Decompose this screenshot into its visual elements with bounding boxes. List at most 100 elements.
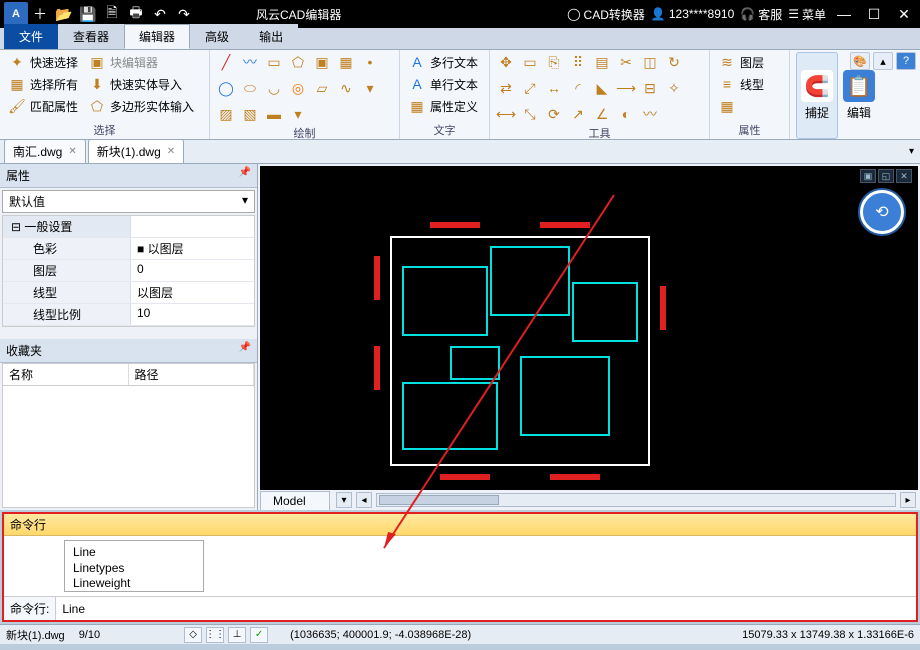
tab-editor[interactable]: 编辑器 xyxy=(124,24,190,49)
mtext-button[interactable]: A多行文本 xyxy=(406,52,480,72)
view-close-icon[interactable]: ✕ xyxy=(896,169,912,183)
tab-advanced[interactable]: 高级 xyxy=(190,24,244,49)
dim2-icon[interactable]: ⤡ xyxy=(520,104,540,124)
dim3-icon[interactable]: ⟳ xyxy=(544,104,564,124)
angle-icon[interactable]: ∠ xyxy=(592,104,612,124)
path-icon[interactable]: 〰 xyxy=(640,104,660,124)
convert-button[interactable]: ◯ CAD转换器 xyxy=(567,6,645,23)
compass-icon[interactable]: ⟲ xyxy=(860,190,904,234)
offset-icon[interactable]: ◫ xyxy=(640,52,660,72)
suggest-item[interactable]: Linetypes xyxy=(73,561,195,577)
print-icon[interactable]: 🖶 xyxy=(124,2,148,26)
extend-icon[interactable]: ⟶ xyxy=(616,78,636,98)
service-button[interactable]: 🎧 客服 xyxy=(740,6,782,23)
h-scrollbar[interactable] xyxy=(376,493,896,507)
grid-icon[interactable]: ⋮⋮ xyxy=(206,627,224,643)
layer-button[interactable]: ≋图层 xyxy=(716,52,766,72)
file-tab-1[interactable]: 南汇.dwg✕ xyxy=(4,139,86,164)
open-icon[interactable]: 📂 xyxy=(52,2,76,26)
block-editor-button[interactable]: ▣块编辑器 xyxy=(86,52,196,72)
ribbon-style-button[interactable]: 🎨 xyxy=(850,52,870,70)
view-layout-icon[interactable]: ▣ xyxy=(860,169,876,183)
user-avatar[interactable]: 👤 123****8910 xyxy=(651,7,734,21)
attrdef-button[interactable]: ▦属性定义 xyxy=(406,96,480,116)
file-tab-2[interactable]: 新块(1).dwg✕ xyxy=(88,139,184,164)
rotate-icon[interactable]: ↻ xyxy=(664,52,684,72)
mirror-icon[interactable]: ⇄ xyxy=(496,78,516,98)
ortho-icon[interactable]: ⊥ xyxy=(228,627,246,643)
osnap-icon[interactable]: ◇ xyxy=(184,627,202,643)
check-icon[interactable]: ✓ xyxy=(250,627,268,643)
suggest-list[interactable]: Line Linetypes Lineweight xyxy=(64,540,204,592)
point-icon[interactable]: • xyxy=(360,52,380,72)
drawing-canvas[interactable]: ▣ ◱ ✕ ⟲ xyxy=(260,166,918,490)
quick-import-button[interactable]: ⬇快速实体导入 xyxy=(86,74,196,94)
ellipse-icon[interactable]: ⬭ xyxy=(240,78,260,98)
scroll-down-icon[interactable]: ▾ xyxy=(336,492,352,508)
close-button[interactable]: ✕ xyxy=(892,2,916,26)
close-icon[interactable]: ✕ xyxy=(68,146,76,157)
view-restore-icon[interactable]: ◱ xyxy=(878,169,894,183)
linetype-button[interactable]: ≡线型 xyxy=(716,74,766,94)
tab-output[interactable]: 输出 xyxy=(244,24,298,49)
snap-button[interactable]: 🧲 捕捉 xyxy=(796,52,838,139)
chamfer-icon[interactable]: ◣ xyxy=(592,78,612,98)
misc-icon[interactable]: ▾ xyxy=(288,104,308,124)
leader-icon[interactable]: ↗ xyxy=(568,104,588,124)
close-icon[interactable]: ✕ xyxy=(167,146,175,157)
suggest-item[interactable]: Lineweight xyxy=(73,576,195,592)
ribbon-collapse-button[interactable]: ▴ xyxy=(873,52,893,70)
arc-icon[interactable]: ◡ xyxy=(264,78,284,98)
rect-icon[interactable]: ▭ xyxy=(264,52,284,72)
hatch2-icon[interactable]: ▧ xyxy=(240,104,260,124)
drop-icon[interactable]: ▾ xyxy=(360,78,380,98)
explode-icon[interactable]: ✧ xyxy=(664,78,684,98)
model-tab[interactable]: Model xyxy=(260,491,330,510)
cmd-input[interactable] xyxy=(56,597,916,620)
circle-icon[interactable]: ◯ xyxy=(216,78,236,98)
shape-icon[interactable]: ▱ xyxy=(312,78,332,98)
block-draw-icon[interactable]: ▣ xyxy=(312,52,332,72)
default-select[interactable]: 默认值▾ xyxy=(2,190,255,213)
hatch-icon[interactable]: ▨ xyxy=(216,104,236,124)
pin-icon[interactable]: 📌 xyxy=(239,342,251,359)
line-icon[interactable]: ╱ xyxy=(216,52,236,72)
copy-icon[interactable]: ⎘ xyxy=(544,52,564,72)
array-icon[interactable]: ⠿ xyxy=(568,52,588,72)
undo-icon[interactable]: ↶ xyxy=(148,2,172,26)
stext-button[interactable]: A单行文本 xyxy=(406,74,480,94)
polygon-icon[interactable]: ⬠ xyxy=(288,52,308,72)
new-icon[interactable]: ＋ xyxy=(28,2,52,26)
poly-export-button[interactable]: ⬠多边形实体输入 xyxy=(86,96,196,116)
align-icon[interactable]: ▤ xyxy=(592,52,612,72)
prop3-button[interactable]: ▦ xyxy=(716,96,766,116)
radius-icon[interactable]: ◐ xyxy=(616,104,636,124)
menu-button[interactable]: ☰ 菜单 xyxy=(788,6,826,23)
tab-viewer[interactable]: 查看器 xyxy=(58,24,124,49)
redo-icon[interactable]: ↷ xyxy=(172,2,196,26)
save-icon[interactable]: 💾 xyxy=(76,2,100,26)
scroll-right-icon[interactable]: ▸ xyxy=(900,492,916,508)
stretch-icon[interactable]: ↔ xyxy=(544,78,564,98)
select-all-button[interactable]: ▦选择所有 xyxy=(6,74,80,94)
ribbon-help-button[interactable]: ? xyxy=(896,52,916,70)
quick-select-button[interactable]: ✦快速选择 xyxy=(6,52,80,72)
table-icon[interactable]: ▦ xyxy=(336,52,356,72)
scale-icon[interactable]: ⤢ xyxy=(520,78,540,98)
scroll-left-icon[interactable]: ◂ xyxy=(356,492,372,508)
suggest-item[interactable]: Line xyxy=(73,545,195,561)
pin-icon[interactable]: 📌 xyxy=(239,167,251,184)
move-icon[interactable]: ✥ xyxy=(496,52,516,72)
dim-icon[interactable]: ⟷ xyxy=(496,104,516,124)
maximize-button[interactable]: ☐ xyxy=(862,2,886,26)
tab-file[interactable]: 文件 xyxy=(4,24,58,49)
minimize-button[interactable]: — xyxy=(832,2,856,26)
break-icon[interactable]: ⊟ xyxy=(640,78,660,98)
tool-b-icon[interactable]: ▭ xyxy=(520,52,540,72)
match-props-button[interactable]: 🖌匹配属性 xyxy=(6,96,80,116)
trim-icon[interactable]: ✂ xyxy=(616,52,636,72)
ring-icon[interactable]: ◎ xyxy=(288,78,308,98)
spline-icon[interactable]: ∿ xyxy=(336,78,356,98)
block2-icon[interactable]: ▬ xyxy=(264,104,284,124)
polyline-icon[interactable]: 〰 xyxy=(240,52,260,72)
